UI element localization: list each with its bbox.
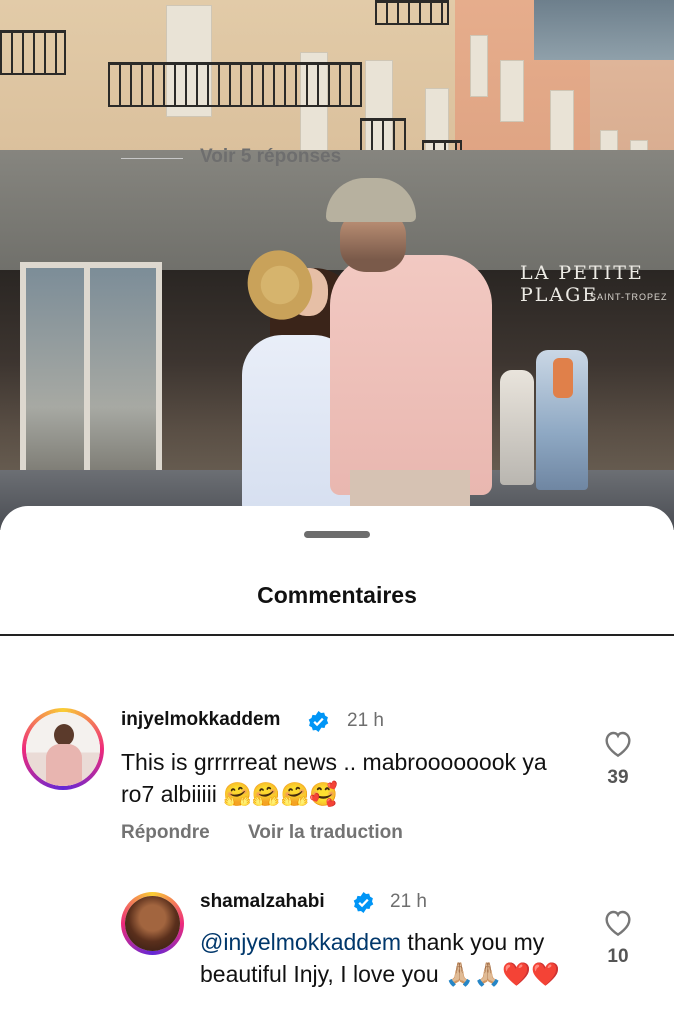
window	[550, 90, 574, 152]
heart-outline-icon[interactable]	[602, 728, 634, 758]
verified-badge-icon	[308, 710, 329, 733]
like-count: 10	[607, 946, 629, 967]
view-replies-link[interactable]: Voir 5 réponses	[200, 146, 341, 168]
backpack	[553, 358, 573, 398]
reply-button[interactable]: Répondre	[121, 822, 210, 844]
window	[500, 60, 524, 122]
post-photo: LA PETITE PLAGE SAINT-TROPEZ	[0, 0, 674, 530]
avatar-photo	[26, 712, 100, 786]
balcony	[0, 30, 66, 75]
pedestrian	[500, 370, 534, 485]
avatar[interactable]	[22, 708, 104, 790]
see-translation-button[interactable]: Voir la traduction	[248, 822, 403, 844]
comment-text: This is grrrrreat news .. mabroooooook y…	[121, 749, 547, 807]
comment-username[interactable]: injyelmokkaddem	[121, 709, 280, 731]
sky	[534, 0, 674, 60]
verified-badge-icon	[353, 891, 374, 914]
window	[470, 35, 488, 97]
balcony	[108, 62, 362, 107]
mention-link[interactable]: @injyelmokkaddem	[200, 929, 401, 955]
avatar[interactable]	[121, 892, 184, 955]
storefront-subsign: SAINT-TROPEZ	[590, 292, 668, 302]
sheet-title: Commentaires	[257, 582, 417, 608]
man-shirt	[330, 255, 492, 495]
drag-handle[interactable]	[304, 531, 370, 538]
like-count: 39	[607, 767, 629, 788]
divider	[0, 634, 674, 636]
heart-outline-icon[interactable]	[602, 907, 634, 937]
comment-text: @injyelmokkaddem thank you my beautiful …	[200, 926, 575, 990]
replies-line	[121, 158, 183, 159]
comment-username[interactable]: shamalzahabi	[200, 891, 325, 913]
balcony	[375, 0, 449, 25]
comment-time: 21 h	[347, 710, 384, 731]
avatar-photo	[125, 896, 180, 951]
comment-time: 21 h	[390, 891, 427, 912]
